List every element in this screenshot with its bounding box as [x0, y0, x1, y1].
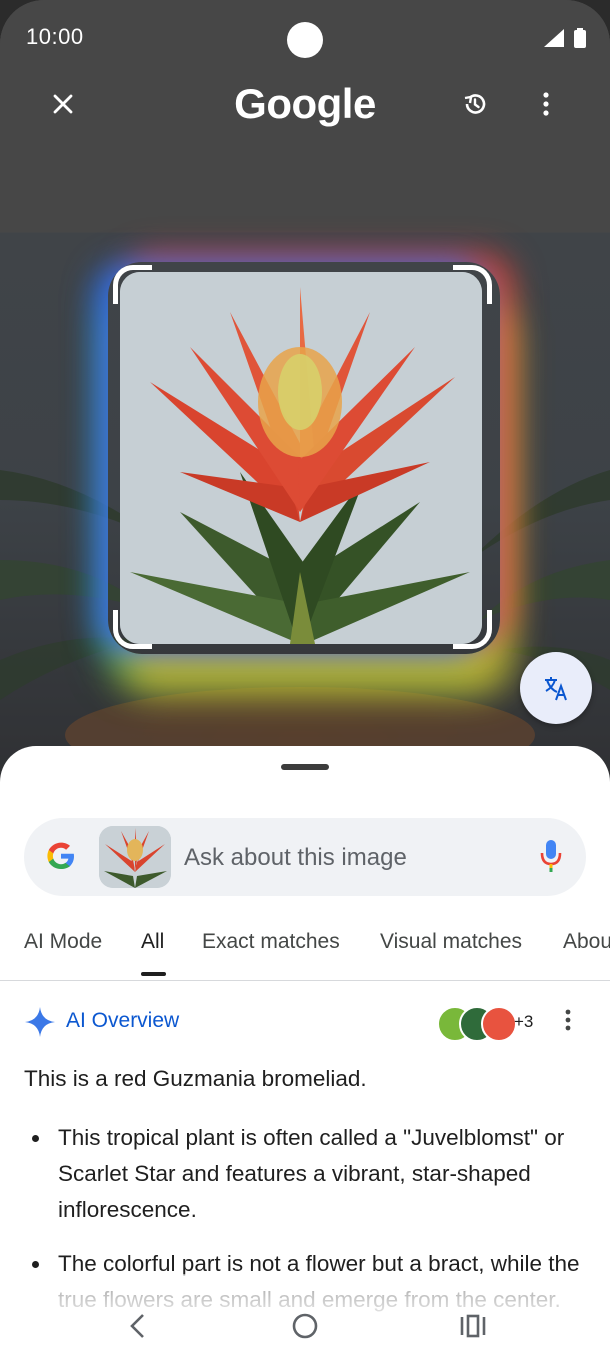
source-avatar-3	[481, 1006, 517, 1042]
sparkle-icon	[25, 1007, 55, 1037]
signal-icon	[544, 29, 564, 47]
drag-handle[interactable]	[281, 764, 329, 770]
recents-icon	[460, 1314, 486, 1338]
google-g-icon	[47, 842, 74, 869]
bromeliad-thumbnail	[99, 826, 171, 888]
history-button[interactable]	[453, 82, 497, 126]
ai-overview-title: AI Overview	[66, 1009, 180, 1032]
tab-ai-mode[interactable]: AI Mode	[24, 930, 102, 954]
ai-overview-more-button[interactable]	[564, 1008, 572, 1037]
ai-summary: This is a red Guzmania bromeliad.	[24, 1066, 367, 1091]
mic-icon[interactable]	[538, 838, 564, 874]
search-bar[interactable]: Ask about this image	[24, 818, 586, 896]
tab-visual-matches[interactable]: Visual matches	[380, 930, 522, 954]
recents-button[interactable]	[451, 1304, 495, 1348]
crop-handle-bottom-left[interactable]	[113, 610, 152, 649]
bromeliad-image	[120, 272, 482, 644]
selected-image-region[interactable]	[120, 272, 482, 644]
ai-overview-header: AI Overview +3	[24, 1004, 586, 1044]
crop-handle-top-left[interactable]	[113, 265, 152, 304]
camera-view: 10:00 Google	[0, 0, 610, 790]
history-icon	[464, 94, 486, 114]
google-logo: Google	[234, 80, 376, 127]
more-vert-icon	[543, 92, 549, 116]
source-count[interactable]: +3	[514, 1012, 533, 1032]
active-tab-indicator	[141, 972, 166, 976]
search-input[interactable]: Ask about this image	[184, 844, 407, 872]
more-options-button[interactable]	[524, 82, 568, 126]
image-thumbnail[interactable]	[99, 826, 171, 888]
tab-about[interactable]: About	[563, 930, 610, 954]
status-icons	[544, 28, 586, 48]
back-icon	[130, 1314, 144, 1338]
screen: 10:00 Google Ask about this image AI Mod…	[0, 0, 610, 1356]
home-button[interactable]	[283, 1304, 327, 1348]
result-tabs: AI Mode All Exact matches Visual matches…	[0, 922, 610, 981]
more-vert-icon	[565, 1009, 571, 1031]
results-sheet: Ask about this image AI Mode All Exact m…	[0, 746, 610, 1356]
ai-bullet-1: This tropical plant is often called a "J…	[24, 1120, 590, 1228]
battery-icon	[574, 28, 586, 48]
source-avatars[interactable]	[437, 1006, 517, 1042]
crop-handle-bottom-right[interactable]	[453, 610, 492, 649]
status-time: 10:00	[26, 24, 84, 49]
translate-button[interactable]	[520, 652, 592, 724]
back-button[interactable]	[115, 1304, 159, 1348]
system-nav-bar	[0, 1296, 610, 1356]
translate-icon	[545, 677, 567, 701]
tab-exact-matches[interactable]: Exact matches	[202, 930, 340, 954]
home-icon	[292, 1313, 318, 1339]
tab-all[interactable]: All	[141, 930, 164, 954]
crop-handle-top-right[interactable]	[453, 265, 492, 304]
camera-cutout	[287, 22, 323, 58]
